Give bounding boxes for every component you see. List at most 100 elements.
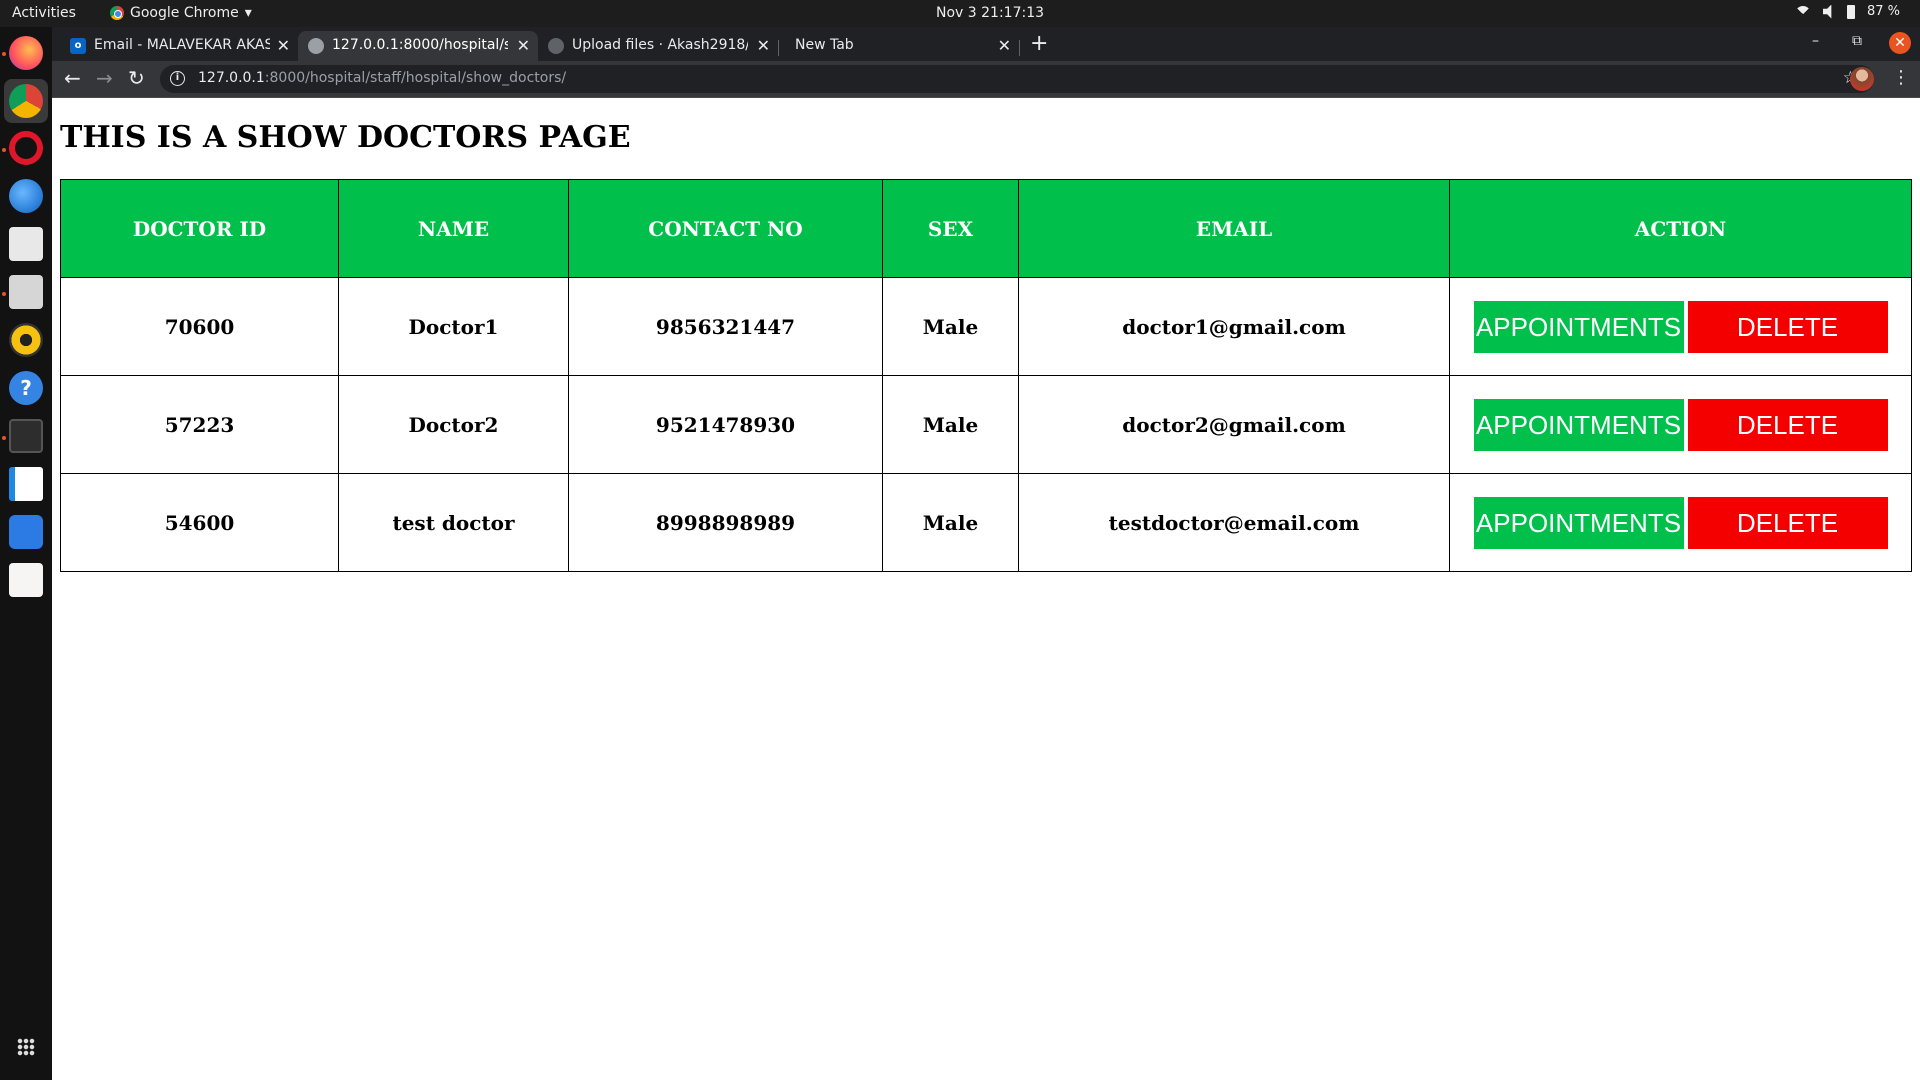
apps-icon[interactable]	[9, 227, 43, 261]
profile-avatar[interactable]	[1850, 67, 1874, 91]
url-path: :8000/hospital/staff/hospital/show_docto…	[264, 70, 567, 86]
column-header-action: ACTION	[1449, 179, 1912, 278]
software-store-icon[interactable]	[9, 515, 43, 549]
close-icon[interactable]: ✕	[757, 36, 770, 55]
running-indicator	[2, 52, 6, 56]
running-indicator	[2, 436, 6, 440]
table-row: 57223 Doctor2 9521478930 Male doctor2@gm…	[60, 375, 1912, 474]
doctor-id-cell: 70600	[60, 277, 339, 376]
appointments-button[interactable]: APPOINTMENTS	[1473, 398, 1684, 451]
info-icon[interactable]: i	[170, 71, 185, 86]
chevron-down-icon: ▾	[244, 5, 252, 21]
files-icon[interactable]	[9, 275, 43, 309]
contact-cell: 9521478930	[568, 375, 883, 474]
contact-cell: 9856321447	[568, 277, 883, 376]
outlook-icon: o	[70, 38, 86, 54]
name-cell: Doctor1	[338, 277, 569, 376]
app-menu-label: Google Chrome	[130, 5, 239, 21]
dock-active-chrome[interactable]	[4, 79, 48, 123]
thunderbird-icon[interactable]	[9, 179, 43, 213]
restore-button[interactable]: ⧉	[1852, 33, 1862, 49]
page-content: THIS IS A SHOW DOCTORS PAGE DOCTOR ID NA…	[52, 98, 1920, 1080]
battery-percent: 87 %	[1866, 4, 1900, 19]
doctor-id-cell: 54600	[60, 473, 339, 572]
sex-cell: Male	[882, 375, 1019, 474]
appointments-button[interactable]: APPOINTMENTS	[1473, 496, 1684, 549]
sex-cell: Male	[882, 277, 1019, 376]
menu-dots-icon[interactable]: ⋮	[1892, 67, 1910, 88]
table-header-row: DOCTOR ID NAME CONTACT NO SEX EMAIL ACTI…	[60, 179, 1912, 278]
opera-icon[interactable]	[9, 131, 43, 165]
delete-button[interactable]: DELETE	[1687, 398, 1888, 451]
column-header-email: EMAIL	[1018, 179, 1450, 278]
tab-show-doctors[interactable]: 127.0.0.1:8000/hospital/s ✕	[298, 31, 538, 61]
column-header-contact: CONTACT NO	[568, 179, 883, 278]
reload-button[interactable]: ↻	[128, 66, 145, 90]
tab-strip: o Email - MALAVEKAR AKAS ✕ 127.0.0.1:800…	[52, 27, 1920, 61]
close-icon[interactable]: ✕	[517, 36, 530, 55]
contact-cell: 8998898989	[568, 473, 883, 572]
sex-cell: Male	[882, 473, 1019, 572]
page-title: THIS IS A SHOW DOCTORS PAGE	[60, 120, 631, 155]
name-cell: test doctor	[338, 473, 569, 572]
text-editor-icon[interactable]	[9, 563, 43, 597]
action-cell: APPOINTMENTS DELETE	[1449, 277, 1912, 376]
tab-title: Email - MALAVEKAR AKAS	[94, 37, 270, 53]
close-icon[interactable]: ✕	[998, 36, 1011, 55]
name-cell: Doctor2	[338, 375, 569, 474]
battery-icon	[1846, 4, 1855, 19]
tab-upload-files[interactable]: Upload files · Akash2918/ ✕	[538, 31, 778, 61]
doctors-table: DOCTOR ID NAME CONTACT NO SEX EMAIL ACTI…	[60, 179, 1912, 572]
system-top-bar: Activities Google Chrome ▾ Nov 3 21:17:1…	[0, 0, 1920, 27]
delete-button[interactable]: DELETE	[1687, 496, 1888, 549]
dock: ?	[0, 27, 52, 1080]
running-indicator	[2, 148, 6, 152]
minimize-button[interactable]: –	[1812, 33, 1819, 49]
firefox-icon[interactable]	[9, 36, 43, 70]
terminal-icon[interactable]	[9, 419, 43, 453]
table-row: 70600 Doctor1 9856321447 Male doctor1@gm…	[60, 277, 1912, 376]
delete-button[interactable]: DELETE	[1687, 300, 1888, 353]
action-cell: APPOINTMENTS DELETE	[1449, 473, 1912, 572]
table-row: 54600 test doctor 8998898989 Male testdo…	[60, 473, 1912, 572]
appointments-button[interactable]: APPOINTMENTS	[1473, 300, 1684, 353]
chrome-icon	[9, 84, 43, 118]
running-indicator	[2, 292, 6, 296]
volume-icon	[1822, 4, 1832, 19]
action-cell: APPOINTMENTS DELETE	[1449, 375, 1912, 474]
new-tab-button[interactable]: +	[1030, 31, 1048, 56]
address-bar[interactable]: i 127.0.0.1:8000/hospital/staff/hospital…	[160, 65, 1874, 93]
email-cell: doctor2@gmail.com	[1018, 375, 1450, 474]
close-icon[interactable]: ✕	[277, 36, 290, 55]
github-icon	[548, 38, 564, 54]
chrome-icon	[110, 6, 124, 20]
status-menu[interactable]: 87 %	[1794, 4, 1900, 22]
globe-icon	[308, 38, 324, 54]
browser-toolbar: ← → ↻ i 127.0.0.1:8000/hospital/staff/ho…	[52, 61, 1920, 98]
url-host: 127.0.0.1	[198, 70, 265, 86]
email-cell: doctor1@gmail.com	[1018, 277, 1450, 376]
column-header-doctor-id: DOCTOR ID	[60, 179, 339, 278]
clock[interactable]: Nov 3 21:17:13	[936, 5, 1044, 21]
app-menu[interactable]: Google Chrome ▾	[110, 5, 252, 21]
column-header-name: NAME	[338, 179, 569, 278]
tab-title: 127.0.0.1:8000/hospital/s	[332, 37, 508, 53]
doctor-id-cell: 57223	[60, 375, 339, 474]
forward-button[interactable]: →	[96, 66, 113, 90]
tab-email[interactable]: o Email - MALAVEKAR AKAS ✕	[60, 31, 298, 61]
activities-button[interactable]: Activities	[12, 5, 76, 21]
url-text: 127.0.0.1:8000/hospital/staff/hospital/s…	[198, 70, 566, 86]
tab-title: New Tab	[795, 37, 854, 53]
writer-icon[interactable]	[9, 467, 43, 501]
wifi-icon	[1794, 5, 1811, 22]
rhythmbox-icon[interactable]	[9, 323, 43, 357]
back-button[interactable]: ←	[64, 66, 81, 90]
email-cell: testdoctor@email.com	[1018, 473, 1450, 572]
column-header-sex: SEX	[882, 179, 1019, 278]
tab-new-tab[interactable]: New Tab ✕	[779, 31, 1019, 61]
show-applications-icon[interactable]	[17, 1038, 35, 1056]
window-close-button[interactable]: ✕	[1889, 32, 1911, 54]
tab-separator	[1019, 40, 1020, 56]
tab-title: Upload files · Akash2918/	[572, 37, 748, 53]
help-icon[interactable]: ?	[9, 371, 43, 405]
